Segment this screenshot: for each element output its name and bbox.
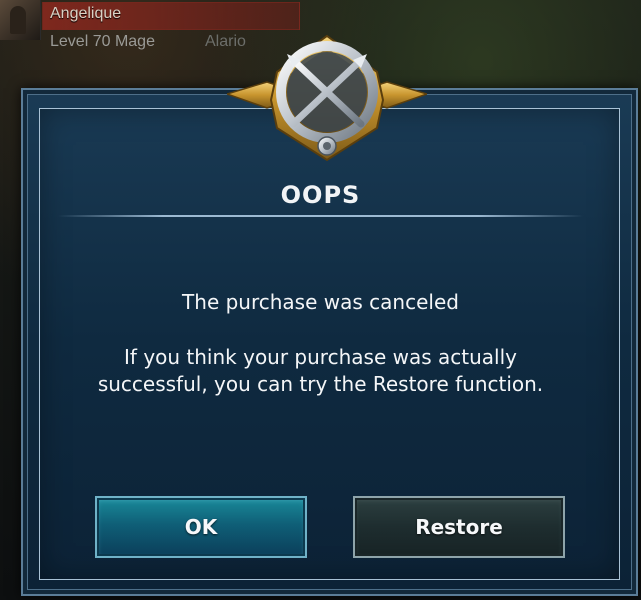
dialog-message-secondary-text: If you think your purchase was actually s… [97, 345, 544, 396]
player-portrait[interactable] [0, 0, 41, 40]
avatar [10, 6, 26, 34]
restore-button-label: Restore [415, 515, 503, 539]
dialog-message-primary: The purchase was canceled [182, 290, 459, 314]
player-level: Level 70 Mage [50, 33, 155, 50]
ok-button[interactable]: OK [95, 496, 307, 558]
dialog-title: OOPS [280, 181, 361, 209]
crossed-blades-emblem-icon [227, 34, 427, 162]
title-divider [58, 215, 583, 217]
player-name: Angelique [50, 5, 122, 22]
ok-button-label: OK [184, 515, 218, 539]
restore-button[interactable]: Restore [353, 496, 565, 558]
dialog-message-secondary: If you think your purchase was actually s… [0, 344, 641, 398]
